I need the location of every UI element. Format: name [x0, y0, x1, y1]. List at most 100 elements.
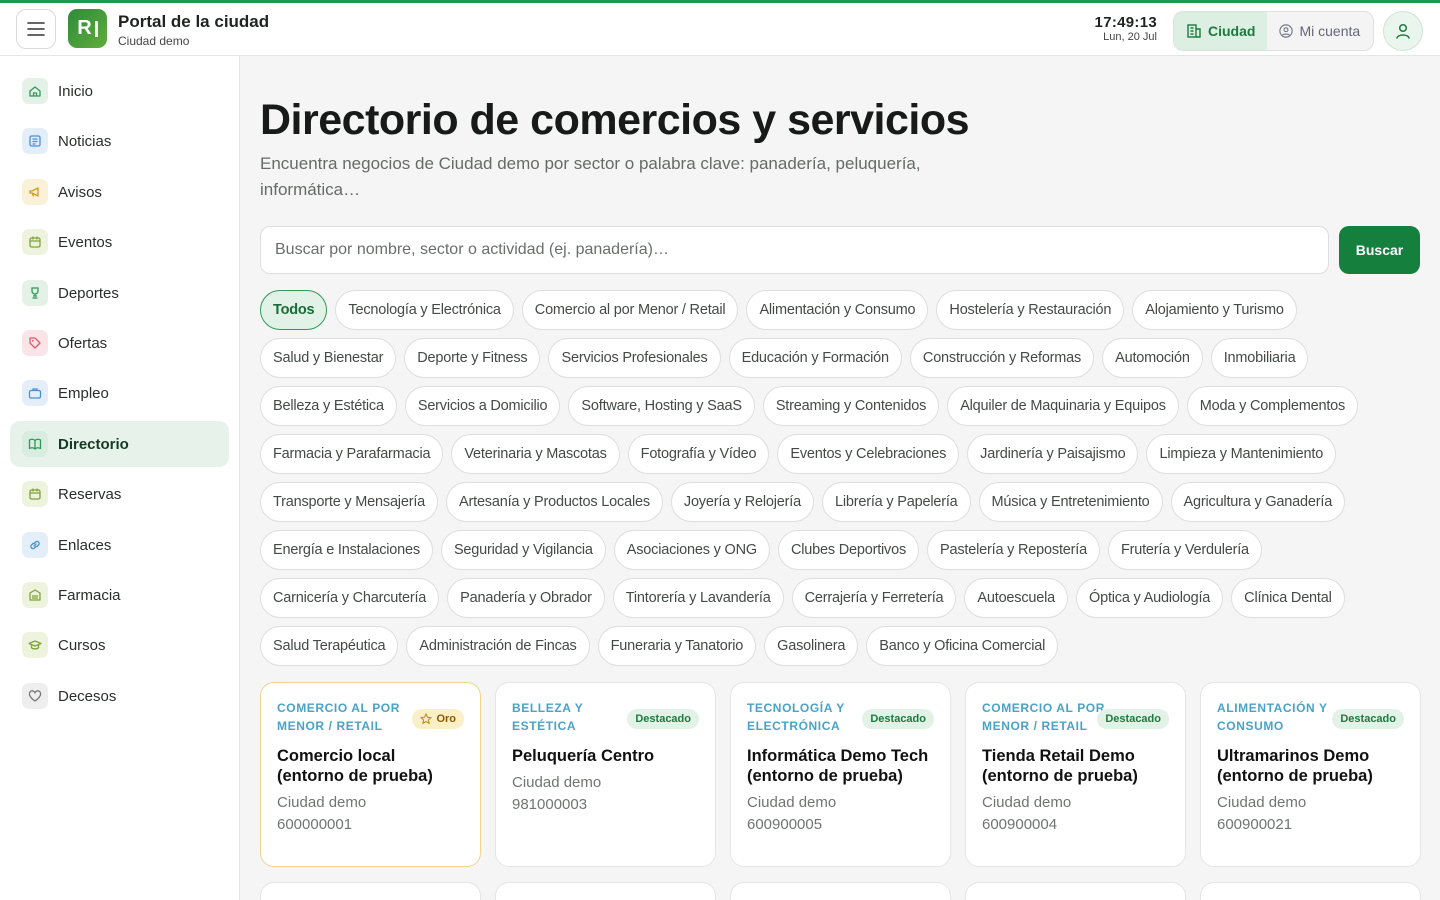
category-chip[interactable]: Artesanía y Productos Locales — [446, 482, 663, 522]
sidebar-item-enlaces[interactable]: Enlaces — [10, 522, 229, 568]
sidebar-item-deportes[interactable]: Deportes — [10, 270, 229, 316]
category-chip[interactable]: Limpieza y Mantenimiento — [1146, 434, 1337, 474]
main-content: Directorio de comercios y servicios Encu… — [240, 56, 1440, 900]
app-logo[interactable]: R — [68, 9, 107, 48]
sidebar-item-cursos[interactable]: Cursos — [10, 622, 229, 668]
category-chip[interactable]: Hostelería y Restauración — [936, 290, 1125, 330]
business-card-partial[interactable] — [965, 882, 1186, 900]
category-chip[interactable]: Fotografía y Vídeo — [627, 434, 770, 474]
category-chip[interactable]: Asociaciones y ONG — [613, 530, 770, 570]
category-chip[interactable]: Cerrajería y Ferretería — [791, 578, 957, 618]
user-avatar-button[interactable] — [1383, 11, 1423, 51]
business-card[interactable]: Belleza y Estética Destacado Peluquería … — [495, 682, 716, 867]
category-chip[interactable]: Panadería y Obrador — [447, 578, 605, 618]
tab-ciudad[interactable]: Ciudad — [1174, 12, 1268, 50]
business-card-partial[interactable] — [730, 882, 951, 900]
category-filters: Todos Tecnología y Electrónica Comercio al… — [260, 290, 1430, 666]
category-chip[interactable]: Streaming y Contenidos — [762, 386, 940, 426]
tab-mi-cuenta[interactable]: Mi cuenta — [1267, 12, 1372, 50]
category-chip[interactable]: Salud Terapéutica — [260, 626, 399, 666]
menu-button[interactable] — [16, 9, 56, 49]
category-chip[interactable]: Gasolinera — [764, 626, 859, 666]
category-chip[interactable]: Construcción y Reformas — [909, 338, 1095, 378]
sidebar-item-label: Directorio — [58, 435, 129, 453]
sidebar-item-decesos[interactable]: Decesos — [10, 673, 229, 719]
card-category: Tecnología y Electrónica — [747, 701, 845, 733]
clock-time: 17:49:13 — [1094, 14, 1157, 31]
category-chip[interactable]: Energía e Instalaciones — [260, 530, 433, 570]
sidebar-item-reservas[interactable]: Reservas — [10, 471, 229, 517]
category-chip[interactable]: Clínica Dental — [1231, 578, 1345, 618]
category-chip[interactable]: Servicios Profesionales — [548, 338, 721, 378]
link-icon — [22, 532, 48, 558]
newspaper-icon — [22, 128, 48, 154]
sidebar-item-eventos[interactable]: Eventos — [10, 219, 229, 265]
category-chip[interactable]: Comercio al por Menor / Retail — [521, 290, 739, 330]
business-card[interactable]: Alimentación y Consumo Destacado Ultrama… — [1200, 682, 1421, 867]
business-card-partial[interactable] — [1200, 882, 1421, 900]
business-card[interactable]: Comercio al por Menor / Retail Destacado… — [965, 682, 1186, 867]
business-card-partial[interactable] — [260, 882, 481, 900]
category-chip[interactable]: Jardinería y Paisajismo — [967, 434, 1139, 474]
sidebar-item-empleo[interactable]: Empleo — [10, 370, 229, 416]
card-badge: Destacado — [627, 709, 699, 729]
sidebar-item-farmacia[interactable]: Farmacia — [10, 572, 229, 618]
sidebar-item-ofertas[interactable]: Ofertas — [10, 320, 229, 366]
category-chip[interactable]: Deporte y Fitness — [404, 338, 541, 378]
category-chip[interactable]: Transporte y Mensajería — [260, 482, 439, 522]
card-city: Ciudad demo — [512, 774, 602, 791]
card-category: Belleza y Estética — [512, 701, 584, 733]
search-button[interactable]: Buscar — [1339, 226, 1420, 274]
category-chip[interactable]: Todos — [260, 290, 328, 330]
category-chip[interactable]: Servicios a Domicilio — [404, 386, 561, 426]
tab-ciudad-label: Ciudad — [1208, 23, 1256, 39]
category-chip[interactable]: Automoción — [1102, 338, 1203, 378]
logo-letter: R — [77, 17, 92, 39]
card-badge: Destacado — [1097, 709, 1169, 729]
category-chip[interactable]: Alimentación y Consumo — [746, 290, 929, 330]
category-chip[interactable]: Inmobiliaria — [1210, 338, 1309, 378]
category-chip[interactable]: Veterinaria y Mascotas — [451, 434, 620, 474]
sidebar-item-directorio[interactable]: Directorio — [10, 421, 229, 467]
category-chip[interactable]: Software, Hosting y SaaS — [568, 386, 755, 426]
business-card-partial[interactable] — [495, 882, 716, 900]
category-chip[interactable]: Música y Entretenimiento — [978, 482, 1163, 522]
category-chip[interactable]: Banco y Oficina Comercial — [866, 626, 1059, 666]
business-card[interactable]: Tecnología y Electrónica Destacado Infor… — [730, 682, 951, 867]
category-chip[interactable]: Salud y Bienestar — [260, 338, 397, 378]
card-city: Ciudad demo — [1217, 794, 1307, 811]
category-chip[interactable]: Óptica y Audiología — [1076, 578, 1224, 618]
sidebar-item-inicio[interactable]: Inicio — [10, 68, 229, 114]
megaphone-icon — [22, 179, 48, 205]
card-name: Comercio local (entorno de prueba) — [277, 747, 433, 785]
category-chip[interactable]: Belleza y Estética — [260, 386, 397, 426]
sidebar-item-avisos[interactable]: Avisos — [10, 169, 229, 215]
category-chip[interactable]: Moda y Complementos — [1186, 386, 1359, 426]
category-chip[interactable]: Pastelería y Repostería — [927, 530, 1100, 570]
category-chip[interactable]: Alojamiento y Turismo — [1132, 290, 1297, 330]
category-chip[interactable]: Alquiler de Maquinaria y Equipos — [947, 386, 1179, 426]
category-chip[interactable]: Carnicería y Charcutería — [260, 578, 440, 618]
category-chip[interactable]: Agricultura y Ganadería — [1170, 482, 1346, 522]
search-input[interactable] — [260, 226, 1329, 274]
card-name: Peluquería Centro — [512, 747, 655, 765]
category-chip[interactable]: Frutería y Verdulería — [1107, 530, 1262, 570]
category-chip[interactable]: Eventos y Celebraciones — [777, 434, 960, 474]
category-chip[interactable]: Administración de Fincas — [406, 626, 590, 666]
category-chip[interactable]: Tecnología y Electrónica — [335, 290, 514, 330]
category-chip[interactable]: Tintorería y Lavandería — [612, 578, 784, 618]
business-card[interactable]: Comercio al por Menor / Retail Oro Comer… — [260, 682, 481, 867]
sidebar-item-label: Inicio — [58, 82, 94, 100]
category-chip[interactable]: Seguridad y Vigilancia — [440, 530, 606, 570]
category-chip[interactable]: Autoescuela — [964, 578, 1069, 618]
category-chip[interactable]: Funeraria y Tanatorio — [597, 626, 757, 666]
category-chip[interactable]: Clubes Deportivos — [777, 530, 920, 570]
category-chip[interactable]: Farmacia y Parafarmacia — [260, 434, 444, 474]
sidebar-item-label: Cursos — [58, 636, 106, 654]
card-phone: 981000003 — [512, 796, 588, 813]
category-chip[interactable]: Librería y Papelería — [821, 482, 971, 522]
category-chip[interactable]: Educación y Formación — [728, 338, 902, 378]
sidebar-item-noticias[interactable]: Noticias — [10, 118, 229, 164]
card-name: Tienda Retail Demo (entorno de prueba) — [982, 747, 1138, 785]
category-chip[interactable]: Joyería y Relojería — [670, 482, 814, 522]
